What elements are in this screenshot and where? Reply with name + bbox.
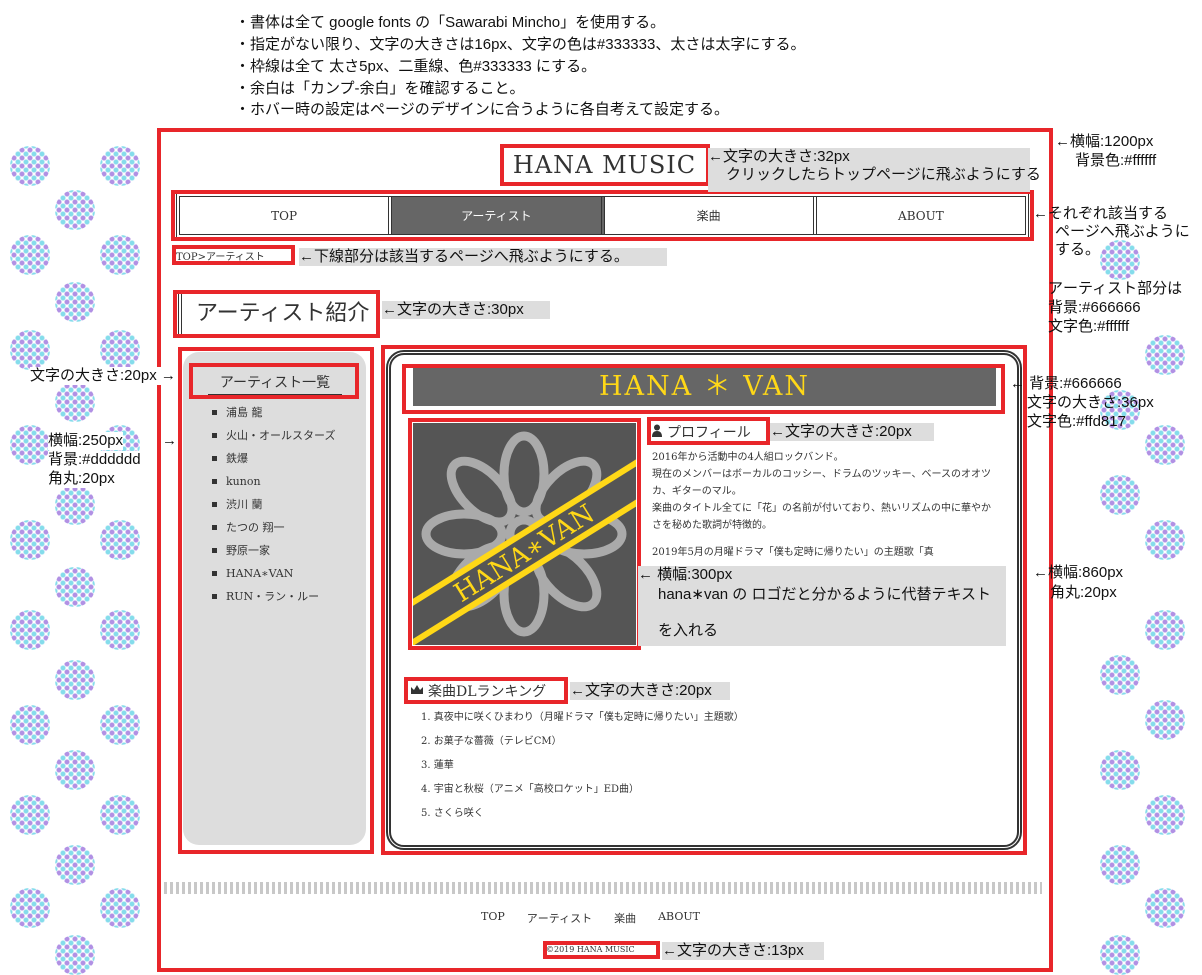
profile-line: 2016年から活動中の4人組ロックバンド。 [652, 452, 844, 463]
pattern-dot [10, 705, 50, 745]
annotation-title-size: ←文字の大きさ:32px [708, 148, 1030, 166]
profile-line [652, 534, 1000, 544]
pattern-dot [10, 235, 50, 275]
pattern-dot [10, 520, 50, 560]
logo-outline [408, 418, 641, 650]
profile-text: 2016年から活動中の4人組ロックバンド。 現在のメンバーはボーカルのコッシー、… [652, 449, 1000, 561]
site-title-outline [500, 144, 710, 186]
pattern-dot [1100, 655, 1140, 695]
pattern-dot [10, 888, 50, 928]
annotation-title-link: クリックしたらトップページに飛ぶようにする [708, 166, 1041, 192]
annotation-profile-size: ←文字の大きさ:20px [770, 423, 934, 441]
annotation-logo-alt-2: を入れる [658, 622, 719, 639]
pattern-dot [100, 795, 140, 835]
ranking-item: 5. さくら咲く [421, 808, 484, 819]
pattern-dot [10, 146, 50, 186]
annotation-artist-color: 文字色:#ffffff [1048, 318, 1130, 335]
pattern-dot [100, 888, 140, 928]
pattern-dot [10, 610, 50, 650]
footer-nav: TOP アーティスト 楽曲 ABOUT [481, 910, 700, 926]
artist-name-outline [402, 364, 1005, 414]
pattern-dot [1145, 425, 1185, 465]
annotation-sidebar-bg: 背景:#dddddd [48, 451, 141, 469]
pattern-dot [1145, 520, 1185, 560]
pattern-dot [10, 330, 50, 370]
annotation-copy-size: ←文字の大きさ:13px [662, 942, 824, 960]
note-5: ・ホバー時の設定はページのデザインに合うように各自考えて設定する。 [235, 101, 729, 118]
footer-nav-about[interactable]: ABOUT [658, 910, 700, 926]
annotation-logo-width: ← 横幅:300px [638, 566, 1006, 586]
ranking-heading-outline [404, 677, 568, 704]
annotation-bar-size: 文字の大きさ:36px [1027, 394, 1154, 411]
annotation-sidebar-radius: 角丸:20px [48, 470, 115, 488]
annotation-rank-size: ←文字の大きさ:20px [570, 682, 730, 700]
pattern-dot [55, 485, 95, 525]
annotation-bar-bg: ← 背景:#666666 [1010, 375, 1122, 392]
footer-nav-top[interactable]: TOP [481, 910, 505, 926]
annotation-nav-link-2: ページへ飛ぶようにする。 [1055, 223, 1190, 258]
note-2: ・指定がない限り、文字の大きさは16px、文字の色は#333333、太さは太字に… [235, 36, 806, 53]
footer-nav-artist[interactable]: アーティスト [527, 910, 592, 926]
pattern-dot [100, 330, 140, 370]
footer-divider [164, 882, 1042, 894]
ranking-item: 2. お菓子な薔薇（テレビCM） [421, 736, 562, 747]
sidebar-outline [178, 347, 374, 854]
pattern-dot [55, 845, 95, 885]
profile-line: 楽曲のタイトル全てに「花」の名前が付いており、熱いリズムの中に華やかさを秘めた歌… [652, 503, 991, 531]
annotation-sidebar-width: 横幅:250px [48, 432, 124, 450]
pattern-dot [100, 146, 140, 186]
profile-line: 2019年5月の月曜ドラマ「僕も定時に帰りたい」の主題歌「真 [652, 547, 934, 558]
pattern-dot [1145, 610, 1185, 650]
pattern-dot [100, 610, 140, 650]
ranking-list: 1. 真夜中に咲くひまわり（月曜ドラマ「僕も定時に帰りたい」主題歌） 2. お菓… [421, 709, 744, 829]
annotation-artist-bg: 背景:#666666 [1048, 299, 1141, 316]
annotation-sidebar-font: 文字の大きさ:20px → [30, 367, 176, 385]
annotation-page-title-size: ←文字の大きさ:30px [382, 301, 550, 319]
annotation-bar-color: 文字色:#ffd817 [1027, 413, 1126, 430]
annotation-width-1200: ←横幅:1200px [1055, 133, 1154, 150]
annotation-crumb-link: ←下線部分は該当するページへ飛ぶようにする。 [299, 248, 667, 266]
nav-outline [171, 190, 1034, 241]
pattern-dot [55, 935, 95, 975]
pattern-dot [55, 750, 95, 790]
annotation-main-width: ←横幅:860px [1033, 564, 1124, 581]
ranking-item: 4. 宇宙と秋桜（アニメ「高校ロケット」ED曲） [421, 784, 640, 795]
ranking-item: 3. 蓮華 [421, 760, 454, 771]
profile-line: 現在のメンバーはボーカルのコッシー、ドラムのツッキー、ベースのオオツカ、ギターの… [652, 469, 991, 497]
pattern-dot [1145, 888, 1185, 928]
profile-heading-outline [647, 417, 770, 445]
page-title-outline [173, 290, 380, 338]
annotation-bg-white: 背景色:#ffffff [1075, 152, 1157, 169]
note-1: ・書体は全て google fonts の「Sawarabi Mincho」を使… [235, 14, 666, 31]
note-3: ・枠線は全て 太さ5px、二重線、色#333333 にする。 [235, 58, 597, 75]
pattern-dot [100, 520, 140, 560]
pattern-dot [55, 190, 95, 230]
pattern-dot [1100, 935, 1140, 975]
pattern-dot [100, 235, 140, 275]
pattern-dot [1100, 845, 1140, 885]
breadcrumb-outline [172, 245, 295, 265]
pattern-dot [55, 660, 95, 700]
pattern-dot [100, 705, 140, 745]
pattern-dot [55, 282, 95, 322]
pattern-dot [1145, 700, 1185, 740]
pattern-dot [1100, 750, 1140, 790]
pattern-dot [55, 567, 95, 607]
annotation-sidebar-arrow: → [162, 432, 177, 449]
ranking-item: 1. 真夜中に咲くひまわり（月曜ドラマ「僕も定時に帰りたい」主題歌） [421, 712, 744, 723]
pattern-dot [1145, 795, 1185, 835]
pattern-dot [10, 795, 50, 835]
annotation-artist-part: アーティスト部分は [1048, 280, 1183, 297]
copyright-outline [543, 941, 660, 959]
note-4: ・余白は「カンプ-余白」を確認すること。 [235, 80, 525, 97]
pattern-dot [1145, 335, 1185, 375]
pattern-dot [55, 382, 95, 422]
pattern-dot [10, 425, 50, 465]
annotation-main-radius: 角丸:20px [1050, 584, 1117, 601]
footer-nav-songs[interactable]: 楽曲 [614, 910, 636, 926]
annotation-nav-link: ←それぞれ該当する [1033, 205, 1169, 222]
pattern-dot [1100, 475, 1140, 515]
